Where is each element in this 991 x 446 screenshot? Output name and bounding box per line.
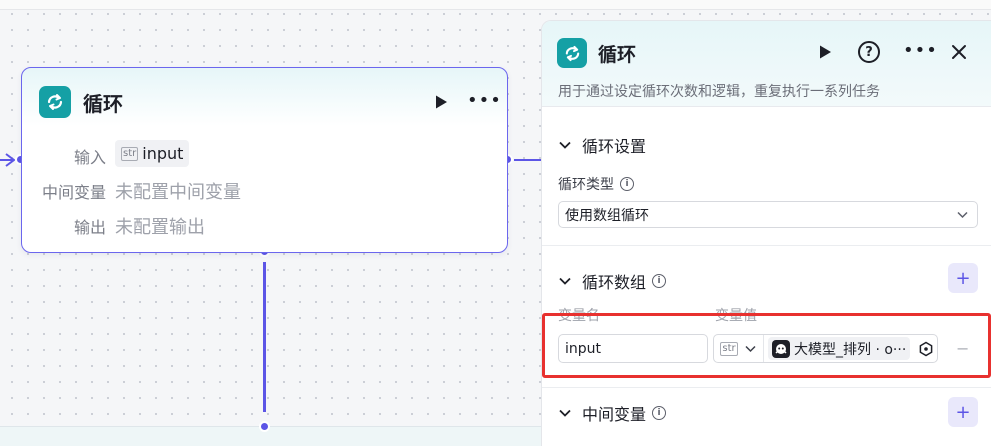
close-icon[interactable] <box>948 41 970 63</box>
loop-type-select[interactable]: 使用数组循环 <box>558 201 978 228</box>
loop-icon <box>557 38 587 68</box>
panel-title: 循环 <box>598 44 637 66</box>
node-row-label: 中间变量 <box>41 183 106 202</box>
panel-header: 循环 ? ••• 用于通过设定循环次数和逻辑，重复执行一系列任务 <box>542 21 991 107</box>
section-divider <box>542 387 991 388</box>
chevron-down-icon <box>559 409 571 417</box>
loop-body-edge <box>263 262 266 412</box>
info-icon[interactable]: i <box>652 406 667 420</box>
section-divider <box>542 245 991 246</box>
loop-type-label: 循环类型 i <box>558 174 634 194</box>
help-icon[interactable]: ? <box>858 41 880 63</box>
input-variable-name: input <box>142 144 184 163</box>
input-variable-tag: str input <box>115 140 190 167</box>
outgoing-edge <box>514 159 541 161</box>
section-loop-settings[interactable]: 循环设置 <box>558 133 646 157</box>
node-row-value: 未配置输出 <box>115 217 205 238</box>
loop-type-label-text: 循环类型 <box>558 177 614 193</box>
chevron-down-icon <box>957 211 968 219</box>
node-row-input: 输入 str input <box>22 140 502 168</box>
canvas-top-bar <box>0 0 991 10</box>
run-icon[interactable] <box>433 94 449 110</box>
loop-type-value: 使用数组循环 <box>565 207 649 224</box>
run-icon[interactable] <box>817 44 833 60</box>
string-type-icon: str <box>121 146 139 161</box>
add-loop-array-button[interactable]: + <box>948 263 978 293</box>
chevron-down-icon <box>559 141 571 149</box>
node-row-intermediate: 中间变量 未配置中间变量 <box>22 179 502 203</box>
section-intermediate-variables[interactable]: 中间变量 i <box>558 401 667 425</box>
node-title: 循环 <box>83 92 123 116</box>
node-row-label: 输入 <box>73 148 106 167</box>
info-icon[interactable]: i <box>652 274 667 288</box>
node-row-value: 未配置中间变量 <box>115 182 241 203</box>
more-icon[interactable]: ••• <box>467 92 502 110</box>
section-title-text: 循环设置 <box>582 137 647 156</box>
loop-body-port-bottom[interactable] <box>259 421 270 432</box>
canvas-bottom-node-strip <box>0 426 550 446</box>
section-title-text: 中间变量 <box>582 405 647 424</box>
loop-node-card[interactable]: 循环 ••• 输入 str input 中间变量 未配置中间变量 输出 未配置输… <box>21 67 508 253</box>
panel-description: 用于通过设定循环次数和逻辑，重复执行一系列任务 <box>558 84 880 100</box>
add-intermediate-variable-button[interactable]: + <box>948 397 978 427</box>
info-icon[interactable]: i <box>620 177 634 191</box>
section-loop-array[interactable]: 循环数组 i <box>558 269 667 293</box>
more-icon[interactable]: ••• <box>903 42 938 60</box>
section-title-text: 循环数组 <box>582 273 647 292</box>
loop-icon <box>39 86 71 118</box>
node-row-output: 输出 未配置输出 <box>22 214 502 238</box>
highlight-box <box>542 313 991 378</box>
node-row-label: 输出 <box>73 218 106 237</box>
chevron-down-icon <box>559 277 571 285</box>
loop-config-panel: 循环 ? ••• 用于通过设定循环次数和逻辑，重复执行一系列任务 循环设置 循环… <box>541 20 991 446</box>
